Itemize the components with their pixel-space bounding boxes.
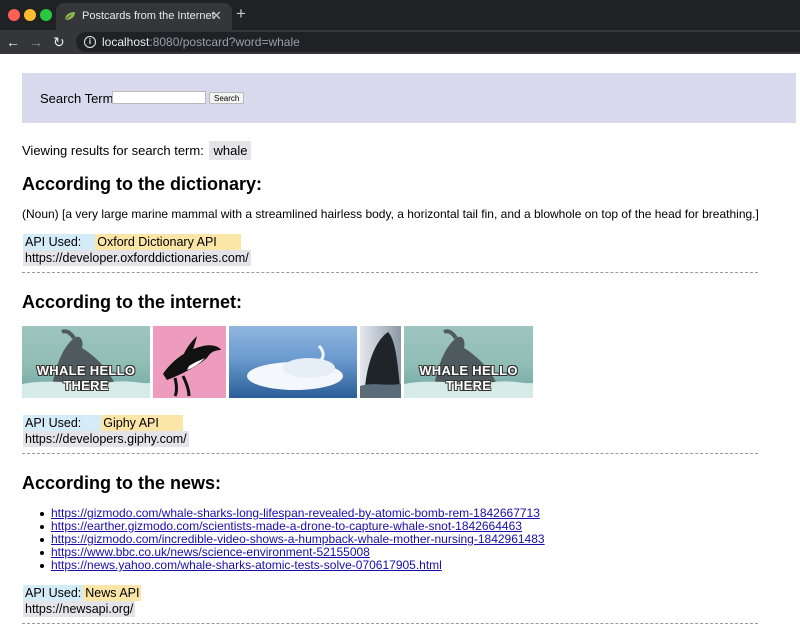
api-url: https://developers.giphy.com/ xyxy=(23,431,189,447)
close-window-button[interactable] xyxy=(8,9,20,21)
dictionary-api-row: API Used: Oxford Dictionary API xyxy=(23,234,241,250)
news-link[interactable]: https://gizmodo.com/incredible-video-sho… xyxy=(51,532,545,546)
url-host: localhost xyxy=(102,35,150,49)
forward-arrow-icon[interactable]: → xyxy=(29,33,43,51)
internet-api-row: API Used: Giphy API xyxy=(23,415,183,431)
api-name: News API xyxy=(83,585,142,601)
tab-title: Postcards from the Internet xyxy=(82,10,215,22)
search-button[interactable]: Search xyxy=(209,92,245,104)
api-name: Oxford Dictionary API xyxy=(95,234,241,250)
info-icon[interactable]: i xyxy=(84,36,96,48)
url-text[interactable]: localhost:8080/postcard?word=whale xyxy=(102,35,300,49)
close-tab-icon[interactable]: ✕ xyxy=(211,8,222,24)
address-bar[interactable]: i localhost:8080/postcard?word=whale xyxy=(76,32,800,52)
whale-close-up-image xyxy=(360,332,401,398)
news-link[interactable]: https://news.yahoo.com/whale-sharks-atom… xyxy=(51,558,442,572)
reload-icon[interactable]: ↻ xyxy=(53,33,65,51)
news-link-list: https://gizmodo.com/whale-sharks-long-li… xyxy=(40,506,545,572)
browser-tab-bar: Postcards from the Internet ✕ + xyxy=(0,0,800,30)
viewing-results-line: Viewing results for search term: whale xyxy=(22,141,252,160)
api-url: https://developer.oxforddictionaries.com… xyxy=(23,250,251,266)
api-used-label: API Used: xyxy=(23,234,96,250)
whale-splash-image xyxy=(247,344,343,390)
api-name: Giphy API xyxy=(101,415,183,431)
whale-gif-1[interactable]: WHALE HELLO THERE xyxy=(22,326,150,398)
news-heading: According to the news: xyxy=(22,473,222,493)
gif-caption: WHALE HELLO THERE xyxy=(419,363,518,393)
maximize-window-button[interactable] xyxy=(40,9,52,21)
news-link[interactable]: https://www.bbc.co.uk/news/science-envir… xyxy=(51,545,370,559)
whale-gif-4[interactable] xyxy=(360,326,401,398)
new-tab-icon[interactable]: + xyxy=(236,4,246,24)
internet-heading: According to the internet: xyxy=(22,292,242,312)
back-arrow-icon[interactable]: ← xyxy=(6,33,20,51)
whale-gif-5[interactable]: WHALE HELLO THERE xyxy=(404,326,533,398)
news-api-row: API Used: News API xyxy=(23,585,142,601)
search-input[interactable] xyxy=(112,91,206,104)
news-link[interactable]: https://gizmodo.com/whale-sharks-long-li… xyxy=(51,506,540,520)
search-panel: Search Term: Search xyxy=(22,73,796,123)
section-divider xyxy=(22,623,758,624)
news-link[interactable]: https://earther.gizmodo.com/scientists-m… xyxy=(51,519,522,533)
section-divider xyxy=(22,272,758,273)
whale-gif-2[interactable] xyxy=(153,326,226,398)
api-used-label: API Used: xyxy=(23,585,84,601)
leaf-icon xyxy=(64,12,75,21)
gif-caption: WHALE HELLO THERE xyxy=(36,363,136,393)
minimize-window-button[interactable] xyxy=(24,9,36,21)
search-term-chip: whale xyxy=(209,141,252,160)
section-divider xyxy=(22,453,758,454)
viewing-prefix: Viewing results for search term: xyxy=(22,143,204,158)
dictionary-heading: According to the dictionary: xyxy=(22,174,263,194)
url-path: :8080/postcard?word=whale xyxy=(149,35,300,49)
browser-tab[interactable]: Postcards from the Internet ✕ xyxy=(56,3,232,30)
whale-gif-3[interactable] xyxy=(229,326,357,398)
api-url: https://newsapi.org/ xyxy=(23,601,136,617)
browser-toolbar: ← → ↻ i localhost:8080/postcard?word=wha… xyxy=(0,30,800,54)
dictionary-definition: (Noun) [a very large marine mammal with … xyxy=(22,207,759,221)
list-item: https://news.yahoo.com/whale-sharks-atom… xyxy=(40,558,545,572)
search-label: Search Term: xyxy=(40,91,118,106)
orca-image xyxy=(163,336,221,397)
api-used-label: API Used: xyxy=(23,415,102,431)
